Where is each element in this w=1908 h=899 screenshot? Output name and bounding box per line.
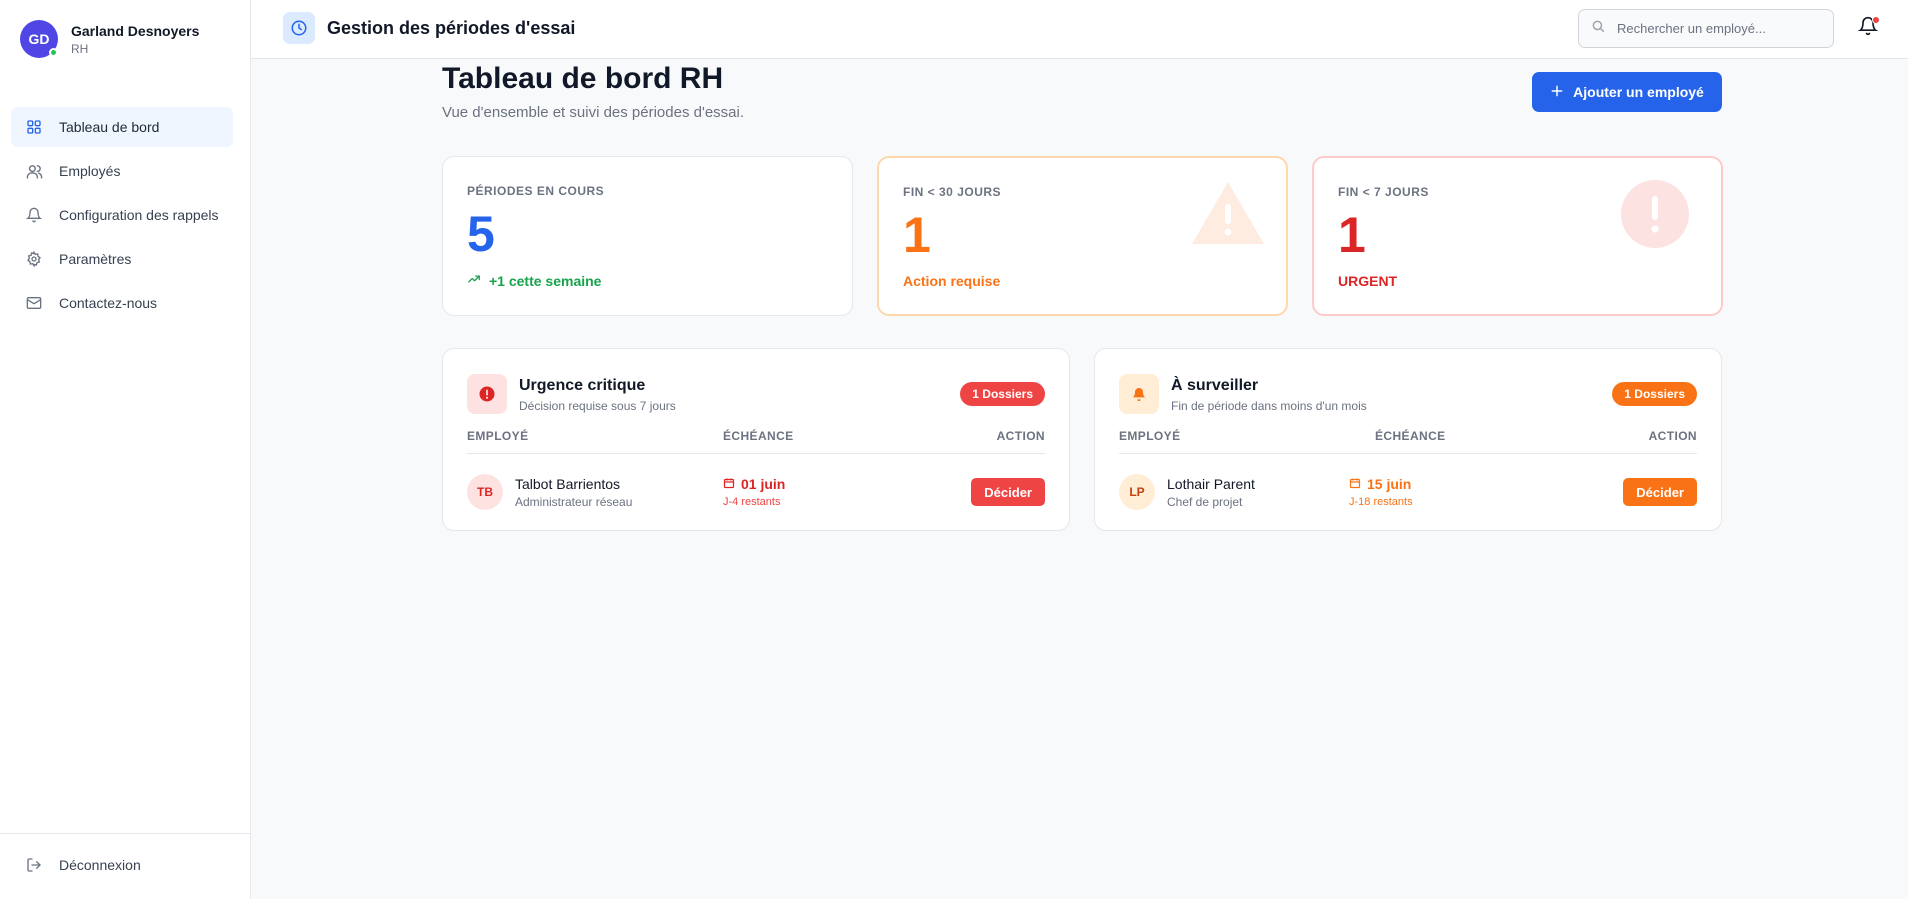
- search-box[interactable]: [1578, 9, 1834, 48]
- dossiers-badge: 1 Dossiers: [1612, 382, 1697, 406]
- panel-subtitle: Décision requise sous 7 jours: [519, 399, 676, 413]
- user-name: Garland Desnoyers: [71, 22, 200, 39]
- panel-subtitle: Fin de période dans moins d'un mois: [1171, 399, 1367, 413]
- stat-value: 1: [903, 207, 931, 263]
- bell-icon: [25, 206, 43, 224]
- sidebar-item-configuration-des-rappels[interactable]: Configuration des rappels: [11, 195, 233, 235]
- stat-note: URGENT: [1338, 273, 1398, 289]
- column-header-employe: EMPLOYÉ: [1119, 429, 1181, 443]
- dashboard-icon: [25, 118, 43, 136]
- alert-circle-icon: [1621, 180, 1689, 253]
- calendar-icon: [1349, 476, 1361, 492]
- bell-icon: [1119, 374, 1159, 414]
- dossiers-badge: 1 Dossiers: [960, 382, 1045, 406]
- users-icon: [25, 162, 43, 180]
- stat-label: FIN < 30 JOURS: [903, 185, 1002, 199]
- column-header-action: ACTION: [1648, 429, 1697, 443]
- employee-name[interactable]: Lothair Parent: [1167, 476, 1255, 492]
- logout-button[interactable]: Déconnexion: [11, 845, 233, 885]
- clock-icon: [283, 12, 315, 44]
- add-employee-button[interactable]: Ajouter un employé: [1532, 72, 1722, 112]
- search-input[interactable]: [1617, 21, 1817, 36]
- search-icon: [1591, 19, 1605, 38]
- page-title: Tableau de bord RH: [442, 62, 724, 95]
- sidebar-item-contactez-nous[interactable]: Contactez-nous: [11, 283, 233, 323]
- employee-name[interactable]: Talbot Barrientos: [515, 476, 620, 492]
- stat-value: 5: [467, 206, 495, 262]
- mail-icon: [25, 294, 43, 312]
- employee-avatar: LP: [1119, 474, 1155, 510]
- employee-role: Chef de projet: [1167, 495, 1243, 509]
- column-header-echeance: ÉCHÉANCE: [723, 429, 794, 443]
- warning-triangle-icon: [1190, 180, 1266, 251]
- panel-title: Urgence critique: [519, 377, 646, 394]
- sidebar-item-employes[interactable]: Employés: [11, 151, 233, 191]
- panel-a-surveiller: À surveiller Fin de période dans moins d…: [1094, 348, 1722, 531]
- plus-icon: [1550, 84, 1564, 101]
- sidebar: GD Garland Desnoyers RH Tableau de bord …: [0, 0, 251, 899]
- add-employee-label: Ajouter un employé: [1573, 84, 1704, 100]
- stat-note: Action requise: [903, 273, 1001, 289]
- notification-dot: [1872, 16, 1880, 24]
- stat-label: FIN < 7 JOURS: [1338, 185, 1429, 199]
- decide-button[interactable]: Décider: [971, 478, 1045, 506]
- top-header: Gestion des périodes d'essai: [251, 0, 1908, 59]
- stat-note: +1 cette semaine: [467, 272, 601, 289]
- days-remaining: J-4 restants: [723, 496, 781, 508]
- column-header-echeance: ÉCHÉANCE: [1375, 429, 1446, 443]
- due-date-text: 01 juin: [741, 476, 786, 492]
- sidebar-item-label: Tableau de bord: [59, 119, 160, 135]
- page-subtitle: Vue d'ensemble et suivi des périodes d'e…: [442, 104, 745, 121]
- alert-circle-icon: [467, 374, 507, 414]
- user-profile[interactable]: GD Garland Desnoyers RH: [20, 20, 199, 58]
- stat-value: 1: [1338, 207, 1366, 263]
- employee-role: Administrateur réseau: [515, 495, 633, 509]
- decide-button[interactable]: Décider: [1623, 478, 1697, 506]
- days-remaining: J-18 restants: [1349, 496, 1413, 508]
- logout-icon: [25, 856, 43, 874]
- due-date-text: 15 juin: [1367, 476, 1412, 492]
- online-status-dot: [49, 48, 58, 57]
- stat-note-text: +1 cette semaine: [489, 272, 602, 289]
- panel-urgence-critique: Urgence critique Décision requise sous 7…: [442, 348, 1070, 531]
- column-header-employe: EMPLOYÉ: [467, 429, 529, 443]
- table-divider: [1119, 453, 1697, 454]
- calendar-icon: [723, 476, 735, 492]
- sidebar-divider: [0, 833, 251, 834]
- sidebar-item-label: Configuration des rappels: [59, 207, 219, 223]
- due-date: 15 juin: [1349, 476, 1411, 492]
- sidebar-nav: Tableau de bord Employés Configuration d…: [11, 107, 233, 327]
- notifications-button[interactable]: [1855, 15, 1881, 41]
- stat-card-fin-30-jours: FIN < 30 JOURS 1 Action requise: [877, 156, 1288, 316]
- stat-label: PÉRIODES EN COURS: [467, 184, 605, 198]
- sidebar-item-tableau-de-bord[interactable]: Tableau de bord: [11, 107, 233, 147]
- sidebar-item-label: Contactez-nous: [59, 295, 158, 311]
- sidebar-item-label: Employés: [59, 163, 121, 179]
- employee-avatar: TB: [467, 474, 503, 510]
- column-header-action: ACTION: [996, 429, 1045, 443]
- sidebar-item-label: Paramètres: [59, 251, 132, 267]
- sidebar-item-parametres[interactable]: Paramètres: [11, 239, 233, 279]
- avatar: GD: [20, 20, 58, 58]
- trending-up-icon: [467, 272, 481, 289]
- table-divider: [467, 453, 1045, 454]
- panel-title: À surveiller: [1171, 377, 1259, 394]
- gear-icon: [25, 250, 43, 268]
- due-date: 01 juin: [723, 476, 785, 492]
- app-title: Gestion des périodes d'essai: [327, 18, 576, 38]
- logout-label: Déconnexion: [59, 857, 141, 873]
- avatar-initials: GD: [28, 31, 50, 47]
- user-role: RH: [71, 41, 89, 56]
- stat-card-periodes-en-cours: PÉRIODES EN COURS 5 +1 cette semaine: [442, 156, 853, 316]
- stat-card-fin-7-jours: FIN < 7 JOURS 1 URGENT: [1312, 156, 1723, 316]
